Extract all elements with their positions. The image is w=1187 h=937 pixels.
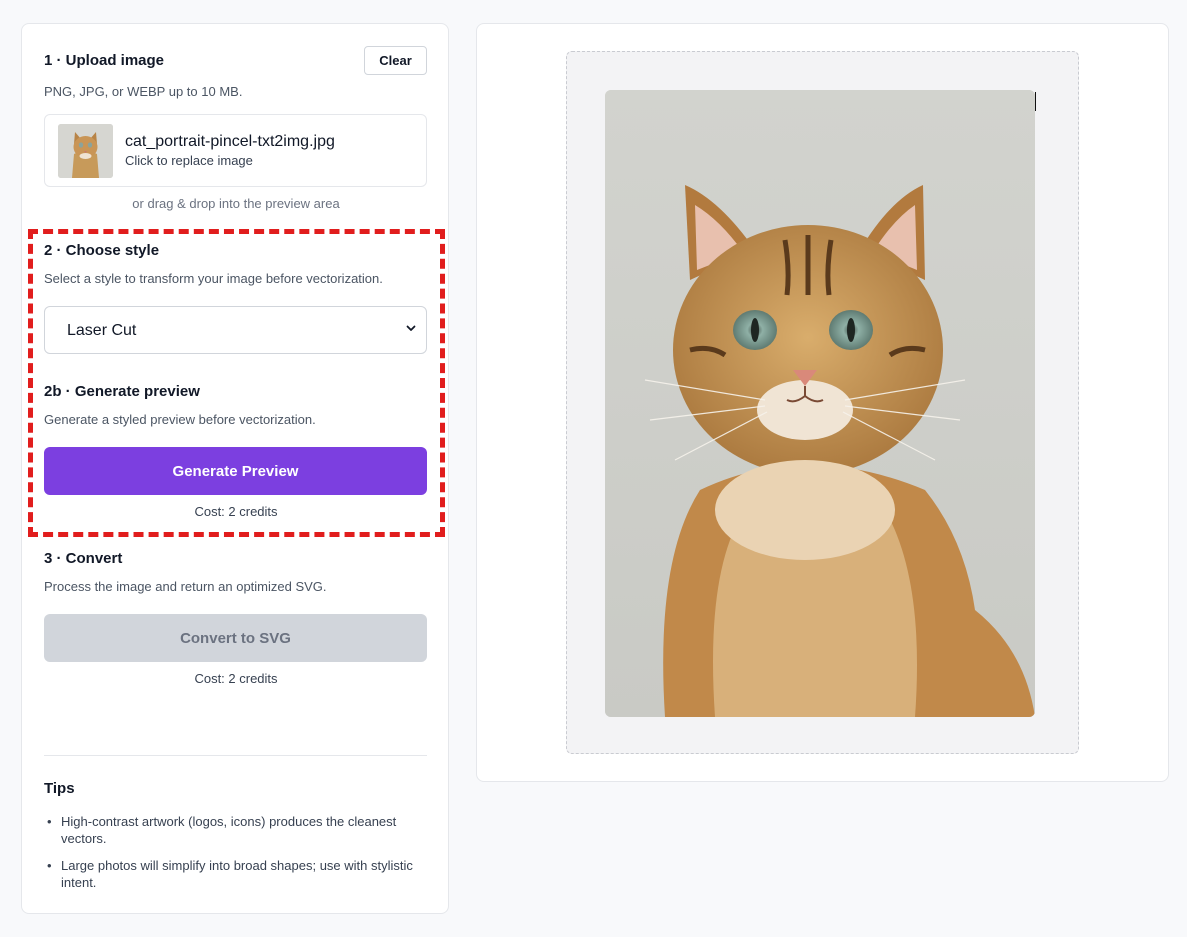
chevron-down-icon — [406, 321, 416, 336]
file-thumbnail — [58, 124, 113, 178]
preview-subtitle: Generate a styled preview before vectori… — [44, 412, 316, 427]
tips-title: Tips — [44, 780, 75, 797]
preview-section-title: 2b · Generate preview — [44, 383, 200, 400]
text-cursor — [1035, 92, 1036, 111]
convert-cost: Cost: 2 credits — [194, 671, 278, 686]
upload-subtitle: PNG, JPG, or WEBP up to 10 MB. — [44, 84, 243, 99]
style-section-title: 2 · Choose style — [44, 242, 160, 259]
generate-preview-button[interactable]: Generate Preview — [44, 447, 427, 495]
tip-item: Large photos will simplify into broad sh… — [44, 857, 414, 891]
preview-cost: Cost: 2 credits — [194, 504, 278, 519]
style-subtitle: Select a style to transform your image b… — [44, 271, 383, 286]
preview-image — [605, 90, 1035, 717]
control-panel: 1 · Upload image Clear PNG, JPG, or WEBP… — [21, 23, 449, 914]
file-replace-hint: Click to replace image — [125, 153, 253, 168]
preview-dropzone[interactable] — [566, 51, 1079, 754]
clear-button[interactable]: Clear — [364, 46, 427, 75]
tip-item: High-contrast artwork (logos, icons) pro… — [44, 813, 414, 847]
convert-to-svg-button[interactable]: Convert to SVG — [44, 614, 427, 662]
divider — [44, 755, 427, 756]
convert-subtitle: Process the image and return an optimize… — [44, 579, 327, 594]
style-select-value: Laser Cut — [67, 322, 137, 339]
upload-section-title: 1 · Upload image — [44, 52, 165, 69]
convert-section-title: 3 · Convert — [44, 550, 123, 567]
tips-list: High-contrast artwork (logos, icons) pro… — [44, 813, 414, 901]
style-select[interactable]: Laser Cut — [44, 306, 427, 354]
file-name: cat_portrait-pincel-txt2img.jpg — [125, 133, 335, 150]
drag-drop-hint: or drag & drop into the preview area — [132, 196, 340, 211]
file-card[interactable]: cat_portrait-pincel-txt2img.jpg Click to… — [44, 114, 427, 187]
preview-panel — [476, 23, 1169, 782]
